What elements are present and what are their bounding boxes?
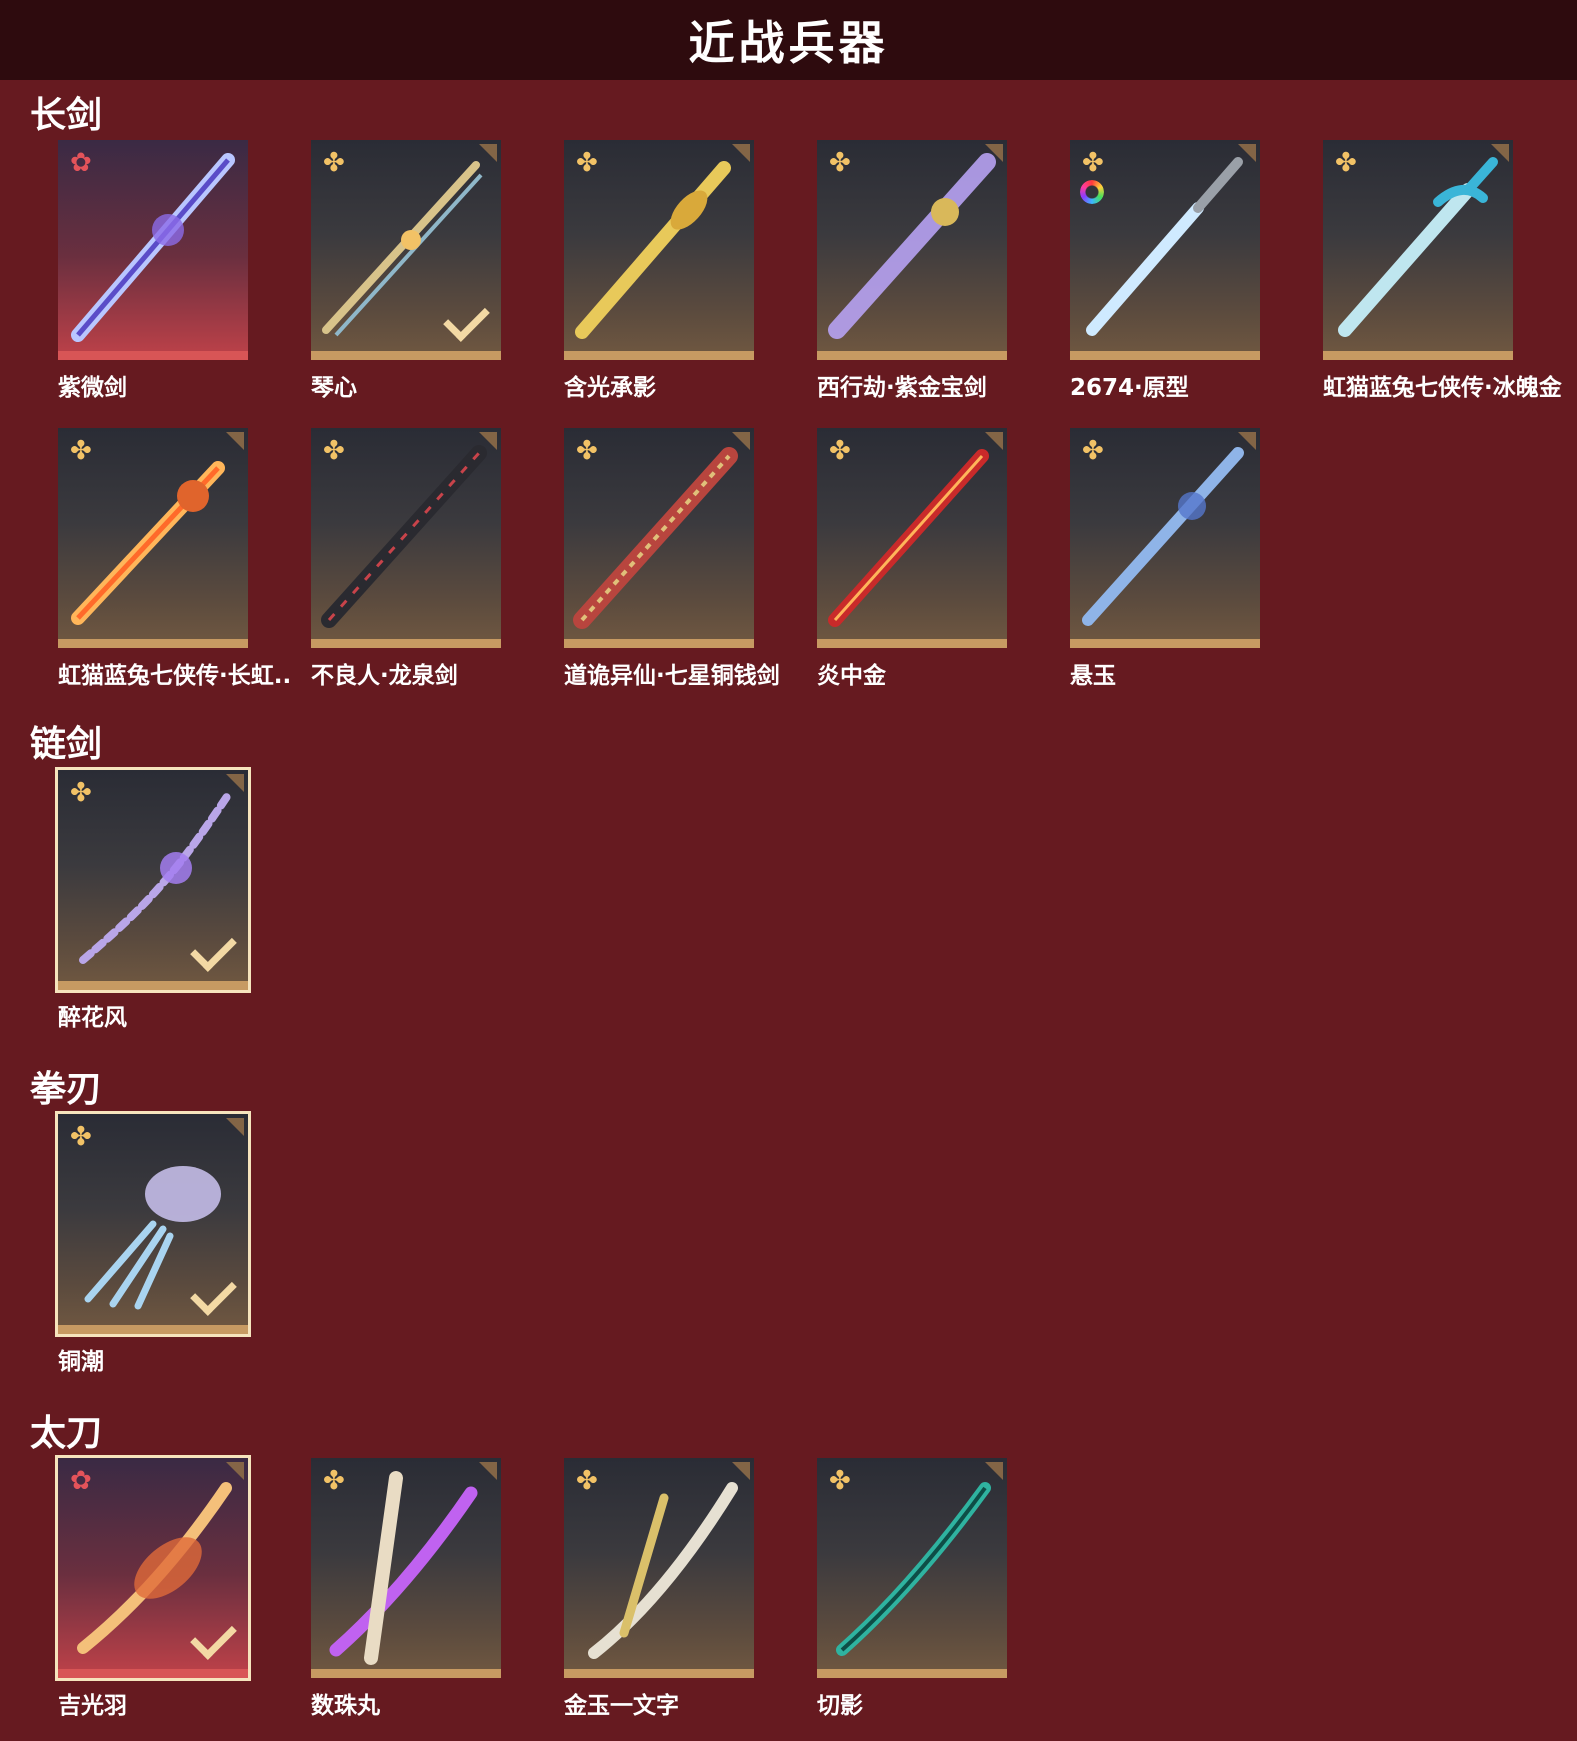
weapon-name: 紫微剑	[58, 375, 127, 401]
weapon-name: 琴心	[311, 375, 357, 401]
weapon-card-jiguangyu[interactable]: ✿ 吉光羽	[55, 1455, 253, 1719]
weapon-thumbnail: ✤	[55, 767, 251, 993]
weapon-thumbnail: ✿	[55, 1455, 251, 1681]
weapon-name: 金玉一文字	[564, 1693, 679, 1719]
weapon-thumbnail: ✤	[311, 1458, 501, 1678]
sword-icon	[575, 161, 731, 339]
weapon-card-qinxin[interactable]: ✤ 琴心	[311, 140, 506, 401]
sword-icon	[1082, 447, 1244, 626]
weapon-card-xixingjie[interactable]: ✤ 西行劫·紫金宝剑	[817, 140, 1012, 401]
weapon-card-qieying[interactable]: ✤ 切影	[817, 1458, 1012, 1719]
weapon-card-jinyuyiwenzi[interactable]: ✤ 金玉一文字	[564, 1458, 759, 1719]
weapon-card-tongchao[interactable]: ✤ 铜潮	[55, 1111, 253, 1375]
sword-icon	[71, 153, 235, 342]
sword-icon	[828, 153, 996, 339]
weapon-name: 醉花风	[58, 1005, 127, 1031]
weapon-thumbnail: ✤	[817, 1458, 1007, 1678]
weapon-thumbnail: ✤	[564, 1458, 754, 1678]
weapon-card-xuanyu[interactable]: ✤ 悬玉	[1070, 428, 1265, 689]
katana-icon	[588, 1482, 738, 1659]
weapon-thumbnail: ✤	[55, 1111, 251, 1337]
sword-icon	[573, 447, 738, 629]
weapon-name: 铜潮	[58, 1349, 104, 1375]
weapon-thumbnail: ✤	[1070, 140, 1260, 360]
weapon-card-hanguangchengying[interactable]: ✤ 含光承影	[564, 140, 759, 401]
section-title-quanren: 拳刃	[30, 1069, 103, 1110]
katana-icon	[836, 1482, 991, 1656]
section-title-taidao: 太刀	[30, 1413, 103, 1454]
weapon-name: 切影	[817, 1693, 863, 1719]
weapon-name: 悬玉	[1070, 663, 1116, 689]
page-header: 近战兵器	[0, 0, 1577, 80]
weapon-name: 西行劫·紫金宝剑	[817, 375, 987, 401]
sword-icon	[1338, 157, 1498, 337]
weapon-thumbnail: ✤	[564, 140, 754, 360]
section-title-changjian: 长剑	[30, 95, 103, 136]
weapon-name: 吉光羽	[58, 1693, 127, 1719]
weapon-name: 含光承影	[564, 375, 656, 401]
weapon-thumbnail: ✤	[311, 428, 501, 648]
weapon-card-tongqianjian[interactable]: ✤ 道诡异仙·七星铜钱剑	[564, 428, 780, 689]
weapon-card-zuihuafeng[interactable]: ✤ 醉花风	[55, 767, 253, 1031]
weapon-thumbnail: ✤	[817, 428, 1007, 648]
weapon-card-ziweijian[interactable]: ✿ 紫微剑	[58, 140, 253, 401]
sword-icon	[71, 461, 225, 625]
sword-icon	[828, 449, 989, 627]
weapon-name: 不良人·龙泉剑	[311, 663, 458, 689]
weapon-name: 虹猫蓝兔七侠传·冰魄金	[1323, 375, 1562, 401]
weapon-card-yanzhongjin[interactable]: ✤ 炎中金	[817, 428, 1012, 689]
weapon-thumbnail: ✤	[58, 428, 248, 648]
weapon-thumbnail: ✿	[58, 140, 248, 360]
weapon-card-shuzhuwan[interactable]: ✤ 数珠丸	[311, 1458, 506, 1719]
weapon-thumbnail: ✤	[1070, 428, 1260, 648]
section-title-lianjian: 链剑	[30, 724, 103, 765]
weapon-thumbnail: ✤	[817, 140, 1007, 360]
weapon-name: 2674·原型	[1070, 375, 1189, 401]
katana-icon	[329, 1471, 478, 1665]
page-title: 近战兵器	[688, 16, 889, 70]
weapon-name: 数珠丸	[311, 1693, 380, 1719]
sword-icon	[1086, 157, 1243, 336]
weapon-name: 虹猫蓝兔七侠传·长虹..	[58, 663, 292, 689]
sword-icon	[321, 445, 487, 628]
weapon-name: 道诡异仙·七星铜钱剑	[564, 663, 780, 689]
weapon-card-2674[interactable]: ✤ 2674·原型	[1070, 140, 1265, 401]
weapon-thumbnail: ✤	[564, 428, 754, 648]
weapon-name: 炎中金	[817, 663, 886, 689]
weapon-thumbnail: ✤	[311, 140, 501, 360]
weapon-thumbnail: ✤	[1323, 140, 1513, 360]
weapon-card-hongmao-bingpo[interactable]: ✤ 虹猫蓝兔七侠传·冰魄金	[1323, 140, 1562, 401]
weapon-card-hongmao-changhong[interactable]: ✤ 虹猫蓝兔七侠传·长虹..	[58, 428, 291, 689]
weapon-card-longquanjian[interactable]: ✤ 不良人·龙泉剑	[311, 428, 506, 689]
